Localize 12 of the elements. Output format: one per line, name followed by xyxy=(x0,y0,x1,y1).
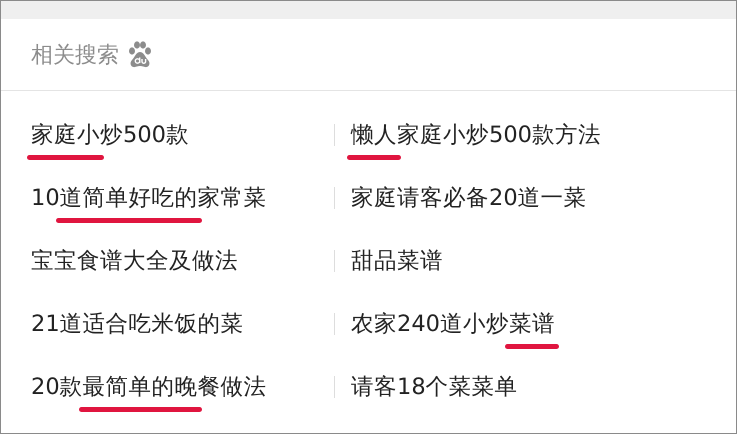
search-link[interactable]: 甜品菜谱 xyxy=(335,245,736,276)
search-link[interactable]: 家庭小炒500款 xyxy=(1,119,334,150)
search-link[interactable]: 家庭请客必备20道一菜 xyxy=(335,182,736,213)
search-link[interactable]: 请客18个菜菜单 xyxy=(335,371,736,402)
search-link[interactable]: 农家240道小炒菜谱 xyxy=(335,308,736,339)
search-link[interactable]: 懒人家庭小炒500款方法 xyxy=(335,119,736,150)
search-link[interactable]: 21道适合吃米饭的菜 xyxy=(1,308,334,339)
section-title: 相关搜索 xyxy=(31,42,119,70)
search-link[interactable]: 宝宝食谱大全及做法 xyxy=(1,245,334,276)
search-link[interactable]: 20款最简单的晚餐做法 xyxy=(1,371,334,402)
search-link[interactable]: 10道简单好吃的家常菜 xyxy=(1,182,334,213)
paw-icon xyxy=(127,40,153,68)
